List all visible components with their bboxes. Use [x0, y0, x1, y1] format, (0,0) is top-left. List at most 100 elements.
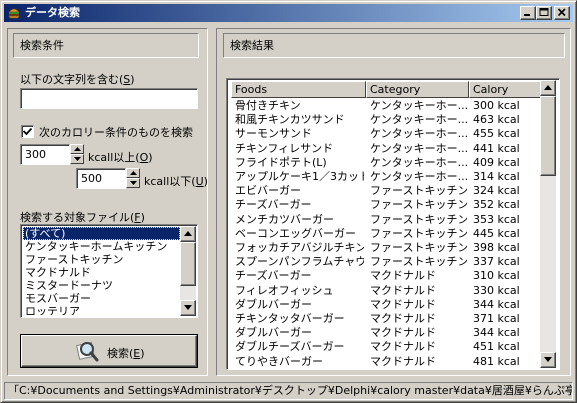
files-scroll-up-button[interactable]	[180, 226, 196, 242]
max-spin-down-button[interactable]	[126, 178, 140, 188]
results-listview[interactable]: Foods Category Calory 骨付きチキン ケンタッキーホー... 3…	[226, 78, 560, 370]
arrow-down-icon	[74, 157, 81, 161]
table-row[interactable]: スプーンパンフラムチャウダーファーストキッチン 337 kcal	[231, 255, 540, 269]
cell-food: チキンタッタバーガー	[235, 312, 345, 325]
max-spin-up-button[interactable]	[126, 168, 140, 178]
cell-calory: 310 kcal	[473, 269, 520, 283]
table-row[interactable]: フィレオフィッシュ マクドナルド 330 kcal	[231, 284, 540, 298]
min-spin-up-button[interactable]	[70, 144, 84, 154]
column-header-calory[interactable]: Calory	[469, 81, 540, 98]
cell-category: ファーストキッチン	[370, 255, 467, 269]
cell-calory: 463 kcal	[473, 113, 520, 127]
table-row[interactable]: ダブルチーズバーガー マクドナルド 451 kcal	[231, 340, 540, 354]
cell-food: アップルケーキ1／3カット	[235, 170, 364, 183]
table-row[interactable]: 骨付きチキン ケンタッキーホー... 300 kcal	[231, 99, 540, 113]
table-row[interactable]: ダブルバーガー マクドナルド 344 kcal	[231, 298, 540, 312]
target-files-label: 検索する対象ファイル(F)	[20, 211, 145, 224]
cell-food: 骨付きチキン	[235, 99, 301, 112]
main-window: データ検索 検索条件 以下の文字列を含む(S) 次のカロリー条件のものを検索 k…	[0, 0, 577, 403]
table-row[interactable]: サーモンサンド ケンタッキーホー... 455 kcal	[231, 127, 540, 141]
table-row[interactable]: アップルケーキ1／3カット ケンタッキーホー... 314 kcal	[231, 170, 540, 184]
hamburger-app-icon[interactable]	[7, 6, 21, 20]
cell-calory: 445 kcal	[473, 226, 520, 240]
min-calorie-field[interactable]	[20, 144, 70, 165]
maximize-button[interactable]	[536, 6, 552, 20]
table-row[interactable]: チキンタッタバーガー マクドナルド 371 kcal	[231, 312, 540, 326]
cell-calory: 337 kcal	[473, 255, 520, 269]
cell-category: マクドナルド	[370, 340, 436, 354]
table-row[interactable]: チキンフィレサンド ケンタッキーホー... 441 kcal	[231, 142, 540, 156]
minimize-icon	[524, 14, 530, 16]
maximize-icon	[539, 8, 549, 16]
table-row[interactable]: メンチカツバーガー ファーストキッチン 353 kcal	[231, 213, 540, 227]
max-calorie-spinner[interactable]	[126, 168, 140, 189]
table-row[interactable]: ベーコンエッグバーガー ファーストキッチン 445 kcal	[231, 227, 540, 241]
column-header-foods[interactable]: Foods	[231, 81, 366, 98]
max-calorie-field[interactable]	[76, 168, 126, 189]
cell-calory: 353 kcal	[473, 212, 520, 226]
max-calorie-label: kcall以下(U)	[144, 175, 208, 188]
cell-calory: 324 kcal	[473, 184, 520, 198]
target-files-items: (すべて) ケンタッキーホームキッチン ファーストキッチン マクドナルド ミスタードーナ…	[23, 227, 180, 315]
title-bar[interactable]: データ検索	[4, 4, 573, 22]
target-file-item[interactable]: ミスタードーナツ	[23, 279, 180, 292]
cell-category: ケンタッキーホー...	[370, 141, 467, 155]
results-scrollbar[interactable]	[540, 80, 556, 368]
calorie-checkbox[interactable]	[21, 125, 34, 138]
cell-food: チーズバーガー	[235, 198, 312, 212]
search-text-input[interactable]	[23, 90, 195, 107]
files-scroll-thumb[interactable]	[180, 242, 196, 286]
cell-food: フライドポテト(L)	[235, 155, 327, 169]
target-files-listbox[interactable]: (すべて) ケンタッキーホームキッチン ファーストキッチン マクドナルド ミスタードーナ…	[20, 224, 198, 318]
cell-food: ダブルチーズバーガー	[235, 340, 345, 354]
table-row[interactable]: 和風チキンカツサンド ケンタッキーホー... 463 kcal	[231, 113, 540, 127]
cell-food: ダブルバーガー	[235, 297, 312, 311]
close-button[interactable]	[554, 6, 570, 20]
cell-category: マクドナルド	[370, 354, 436, 367]
cell-category: ケンタッキーホー...	[370, 170, 467, 183]
cell-calory: 300 kcal	[473, 99, 520, 112]
cell-food: エビバーガー	[235, 184, 301, 198]
cell-food: チーズバーガー	[235, 269, 312, 283]
min-calorie-input[interactable]	[23, 146, 67, 163]
min-spin-down-button[interactable]	[70, 154, 84, 164]
cell-calory: 441 kcal	[473, 141, 520, 155]
arrow-down-icon	[184, 305, 192, 310]
target-file-item[interactable]: ケンタッキーホームキッチン	[23, 240, 180, 253]
cell-category: マクドナルド	[370, 269, 436, 283]
target-file-item[interactable]: マクドナルド	[23, 266, 180, 279]
cell-calory: 352 kcal	[473, 198, 520, 212]
target-file-item[interactable]: ファーストキッチン	[23, 253, 180, 266]
table-row[interactable]: フォッカチアバジルチキン ファーストキッチン 398 kcal	[231, 241, 540, 255]
min-calorie-spinner[interactable]	[70, 144, 84, 165]
table-row[interactable]: エビバーガー ファーストキッチン 324 kcal	[231, 184, 540, 198]
results-scroll-thumb[interactable]	[540, 96, 556, 176]
files-scrollbar[interactable]	[180, 226, 196, 316]
results-scroll-down-button[interactable]	[540, 352, 556, 368]
minimize-button[interactable]	[520, 6, 536, 20]
status-bar: 「C:¥Documents and Settings¥Administrator…	[4, 382, 573, 400]
arrow-up-icon	[544, 85, 552, 90]
table-row[interactable]: チーズバーガー マクドナルド 310 kcal	[231, 269, 540, 283]
results-scroll-up-button[interactable]	[540, 80, 556, 96]
files-scroll-down-button[interactable]	[180, 300, 196, 316]
cell-calory: 451 kcal	[473, 340, 520, 354]
search-button[interactable]: 検索(E)	[21, 335, 197, 367]
cell-calory: 398 kcal	[473, 241, 520, 254]
search-text-field[interactable]	[20, 88, 198, 109]
calorie-checkbox-label[interactable]: 次のカロリー条件のものを検索	[39, 124, 193, 140]
target-file-item[interactable]: モスバーガー	[23, 292, 180, 305]
target-file-item[interactable]: ロッテリア	[23, 305, 180, 315]
min-calorie-label: kcall以上(O)	[88, 151, 153, 164]
cell-calory: 344 kcal	[473, 297, 520, 311]
cell-category: マクドナルド	[370, 283, 436, 297]
cell-category: ケンタッキーホー...	[370, 113, 467, 127]
table-row[interactable]: ダブルバーガー マクドナルド 344 kcal	[231, 326, 540, 340]
table-row[interactable]: てりやきバーガー マクドナルド 481 kcal	[231, 355, 540, 367]
max-calorie-input[interactable]	[79, 170, 123, 187]
column-header-category[interactable]: Category	[366, 81, 469, 98]
target-file-item[interactable]: (すべて)	[23, 227, 180, 240]
cell-food: サーモンサンド	[235, 127, 312, 141]
table-row[interactable]: フライドポテト(L) ケンタッキーホー... 409 kcal	[231, 156, 540, 170]
table-row[interactable]: チーズバーガー ファーストキッチン 352 kcal	[231, 198, 540, 212]
